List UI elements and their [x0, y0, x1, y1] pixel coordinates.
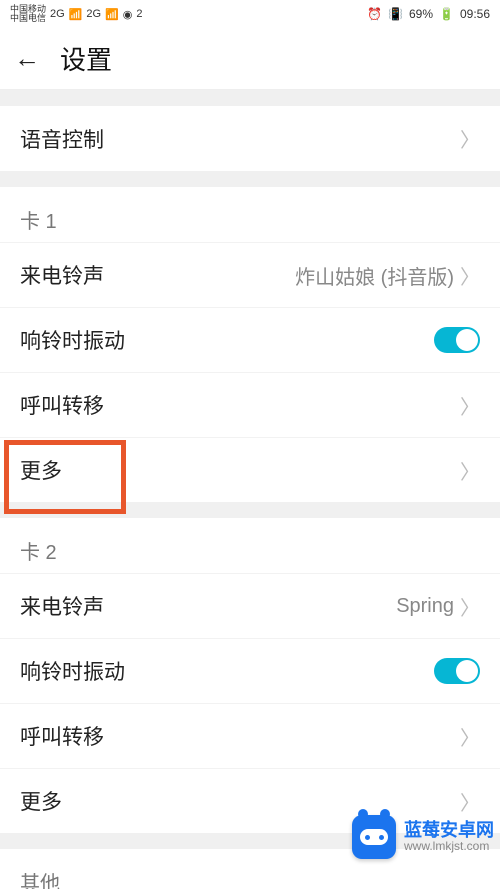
- row-sim1-more[interactable]: 更多 〉: [0, 437, 500, 502]
- chevron-right-icon: 〉: [460, 722, 480, 751]
- alarm-icon: ⏰: [367, 7, 382, 21]
- divider: [0, 90, 500, 106]
- sim2-forward-label: 呼叫转移: [20, 721, 104, 751]
- status-bar: 中国移动 中国电信 2G 📶 2G 📶 ◉ 2 ⏰ 📳 69% 🔋 09:56: [0, 0, 500, 28]
- chevron-right-icon: 〉: [460, 787, 480, 816]
- chevron-right-icon: 〉: [460, 261, 480, 290]
- signal-icon-2: 📶: [105, 8, 119, 21]
- watermark-url: www.lmkjst.com: [404, 840, 494, 853]
- mascot-icon: [352, 815, 396, 859]
- row-sim2-forward[interactable]: 呼叫转移 〉: [0, 703, 500, 768]
- sim1-header: 卡 1: [0, 187, 500, 242]
- wifi-icon: ◉: [123, 8, 133, 21]
- network-indicator-2: 2G: [86, 8, 101, 20]
- signal-icon: 📶: [69, 8, 83, 21]
- chevron-right-icon: 〉: [460, 456, 480, 485]
- chevron-right-icon: 〉: [460, 391, 480, 420]
- sim1-vibrate-label: 响铃时振动: [20, 325, 125, 355]
- divider: [0, 171, 500, 187]
- sim2-vibrate-label: 响铃时振动: [20, 656, 125, 686]
- row-sim1-vibrate[interactable]: 响铃时振动: [0, 307, 500, 372]
- status-right: ⏰ 📳 69% 🔋 09:56: [367, 7, 490, 21]
- status-left: 中国移动 中国电信 2G 📶 2G 📶 ◉ 2: [10, 5, 143, 23]
- divider: [0, 502, 500, 518]
- back-arrow-icon[interactable]: ←: [14, 43, 40, 74]
- watermark-title: 蓝莓安卓网: [404, 821, 494, 841]
- row-sim2-ringtone[interactable]: 来电铃声 Spring 〉: [0, 573, 500, 638]
- sim1-more-label: 更多: [20, 455, 62, 485]
- section-voice: 语音控制 〉: [0, 106, 500, 171]
- sim2-header: 卡 2: [0, 518, 500, 573]
- row-sim2-vibrate[interactable]: 响铃时振动: [0, 638, 500, 703]
- sim1-forward-label: 呼叫转移: [20, 390, 104, 420]
- watermark: 蓝莓安卓网 www.lmkjst.com: [352, 815, 494, 859]
- sim2-ringtone-value: Spring: [396, 595, 454, 618]
- sim2-vibrate-toggle[interactable]: [434, 658, 480, 684]
- battery-icon: 🔋: [439, 7, 454, 21]
- section-sim2: 卡 2 来电铃声 Spring 〉 响铃时振动 呼叫转移 〉 更多 〉: [0, 518, 500, 833]
- row-sim1-forward[interactable]: 呼叫转移 〉: [0, 372, 500, 437]
- battery-percent: 69%: [409, 7, 433, 21]
- app-header: ← 设置: [0, 28, 500, 90]
- page-title: 设置: [60, 40, 112, 77]
- chevron-right-icon: 〉: [460, 592, 480, 621]
- section-sim1: 卡 1 来电铃声 炸山姑娘 (抖音版) 〉 响铃时振动 呼叫转移 〉 更多 〉: [0, 187, 500, 502]
- row-voice-control[interactable]: 语音控制 〉: [0, 106, 500, 171]
- sim1-ringtone-value: 炸山姑娘 (抖音版): [295, 261, 454, 290]
- chevron-right-icon: 〉: [460, 124, 480, 153]
- sim1-ringtone-label: 来电铃声: [20, 260, 104, 290]
- sim-count: 2: [136, 8, 142, 20]
- vibrate-icon: 📳: [388, 7, 403, 21]
- voice-control-label: 语音控制: [20, 124, 104, 154]
- sim2-more-label: 更多: [20, 786, 62, 816]
- clock: 09:56: [460, 7, 490, 21]
- carrier-2: 中国电信: [10, 14, 46, 23]
- row-sim1-ringtone[interactable]: 来电铃声 炸山姑娘 (抖音版) 〉: [0, 242, 500, 307]
- sim1-vibrate-toggle[interactable]: [434, 327, 480, 353]
- sim2-ringtone-label: 来电铃声: [20, 591, 104, 621]
- network-indicator: 2G: [50, 8, 65, 20]
